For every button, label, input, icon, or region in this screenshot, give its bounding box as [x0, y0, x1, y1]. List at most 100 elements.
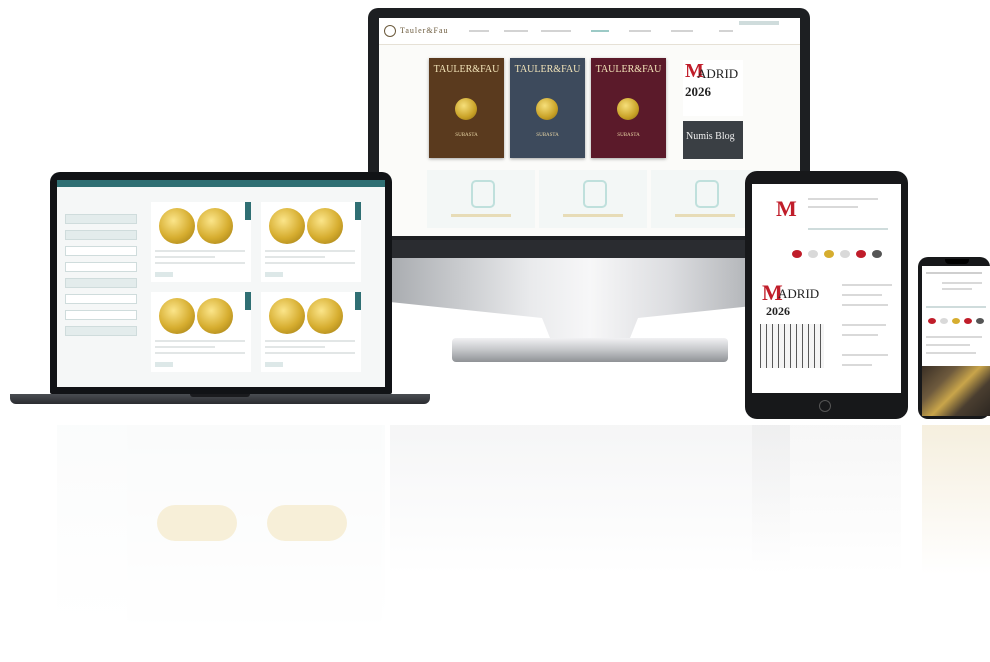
coin-obverse-image[interactable]: [159, 298, 195, 334]
bid-button[interactable]: [155, 272, 173, 277]
category-icon[interactable]: [976, 318, 984, 324]
filter-item[interactable]: [65, 278, 137, 288]
coin-reflection: [267, 505, 347, 541]
coin-reverse-image[interactable]: [197, 208, 233, 244]
desktop-monitor-base: [452, 338, 728, 362]
lot-card[interactable]: [151, 202, 251, 282]
filter-item[interactable]: [65, 262, 137, 272]
laptop-reflection: [57, 425, 385, 625]
lot-desc-line: [265, 352, 355, 354]
blog-promo-card[interactable]: Numis Blog: [683, 121, 743, 159]
bid-button[interactable]: [155, 362, 173, 367]
bid-button[interactable]: [265, 362, 283, 367]
lot-title-line: [155, 250, 245, 252]
auction-catalog-card[interactable]: TAULER&FAU SUBASTA: [510, 58, 585, 158]
catalog-title: TAULER&FAU: [433, 64, 500, 75]
lot-bookmark[interactable]: [245, 292, 251, 310]
site-logo-text[interactable]: Tauler&Fau: [400, 26, 449, 35]
lot-card[interactable]: [261, 292, 361, 372]
desktop-screen: Tauler&Fau TAULER&FAU SUBASTA TAULER&FAU…: [379, 18, 800, 236]
filter-item[interactable]: [65, 214, 137, 224]
madrid-promo-card[interactable]: M ADRID 2026: [683, 60, 743, 116]
nav-item[interactable]: [629, 30, 651, 32]
text-line: [926, 336, 982, 338]
text-line: [926, 344, 970, 346]
search-bar[interactable]: [926, 306, 986, 308]
nav-item[interactable]: [719, 30, 733, 32]
sidebar-text-line: [842, 334, 878, 336]
feature-box[interactable]: [427, 170, 535, 228]
lot-card[interactable]: [151, 292, 251, 372]
coin-obverse-image[interactable]: [159, 208, 195, 244]
sidebar-text-line: [842, 294, 882, 296]
sidebar-text-line: [842, 284, 892, 286]
feature-label-bar: [675, 214, 735, 217]
sidebar-text-line: [842, 354, 888, 356]
nav-item[interactable]: [541, 30, 571, 32]
lot-bookmark[interactable]: [245, 202, 251, 220]
coin-reflection: [157, 505, 237, 541]
coin-obverse-image[interactable]: [269, 208, 305, 244]
site-logo-icon[interactable]: [384, 25, 396, 37]
tablet-reflection: [752, 425, 901, 575]
category-icon[interactable]: [952, 318, 960, 324]
search-bar[interactable]: [808, 228, 888, 230]
phone-screen: [922, 266, 990, 416]
tablet-screen: M M ADRID 2026: [752, 184, 901, 393]
sidebar-text-line: [842, 324, 886, 326]
filter-item[interactable]: [65, 230, 137, 240]
catalog-subtitle: SUBASTA: [617, 133, 640, 138]
header-text-line: [808, 206, 858, 208]
filter-item[interactable]: [65, 310, 137, 320]
madrid-logo-small[interactable]: M: [776, 196, 797, 222]
category-icon[interactable]: [808, 250, 818, 258]
auction-catalog-card[interactable]: TAULER&FAU SUBASTA: [429, 58, 504, 158]
lot-bookmark[interactable]: [355, 292, 361, 310]
nav-item[interactable]: [671, 30, 693, 32]
feature-box[interactable]: [539, 170, 647, 228]
nav-item[interactable]: [591, 30, 609, 32]
photo-gallery[interactable]: [922, 366, 990, 416]
coin-reverse-image[interactable]: [197, 298, 233, 334]
document-icon: [695, 180, 719, 208]
nav-item[interactable]: [469, 30, 489, 32]
nav-item[interactable]: [504, 30, 528, 32]
coin-obverse-image[interactable]: [269, 298, 305, 334]
coin-reverse-image[interactable]: [307, 298, 343, 334]
sidebar-text-line: [842, 304, 888, 306]
category-icon[interactable]: [840, 250, 850, 258]
filter-item[interactable]: [65, 326, 137, 336]
category-icon[interactable]: [856, 250, 866, 258]
category-icon[interactable]: [872, 250, 882, 258]
lot-desc-line: [155, 346, 215, 348]
lot-desc-line: [265, 256, 325, 258]
bid-button[interactable]: [265, 272, 283, 277]
category-icon[interactable]: [928, 318, 936, 324]
tablet-home-button[interactable]: [819, 400, 831, 412]
phone-reflection: [922, 425, 990, 575]
lot-desc-line: [155, 256, 215, 258]
lot-title-line: [155, 340, 245, 342]
filter-item[interactable]: [65, 294, 137, 304]
desktop-monitor-chin: [368, 240, 810, 258]
sidebar-text-line: [842, 364, 872, 366]
top-utility-bar[interactable]: [739, 21, 779, 25]
feature-box[interactable]: [651, 170, 759, 228]
monitor-reflection: [390, 425, 790, 575]
category-icon[interactable]: [940, 318, 948, 324]
catalog-subtitle: SUBASTA: [536, 133, 559, 138]
lot-card[interactable]: [261, 202, 361, 282]
category-icon[interactable]: [824, 250, 834, 258]
lot-desc-line: [155, 262, 245, 264]
filter-item[interactable]: [65, 246, 137, 256]
text-line: [926, 352, 976, 354]
coin-reverse-image[interactable]: [307, 208, 343, 244]
lot-title-line: [265, 250, 355, 252]
category-icon[interactable]: [964, 318, 972, 324]
lot-desc-line: [155, 352, 245, 354]
lot-title-line: [265, 340, 355, 342]
auction-catalog-card[interactable]: TAULER&FAU SUBASTA: [591, 58, 666, 158]
category-icon[interactable]: [792, 250, 802, 258]
status-bar: [926, 272, 982, 274]
lot-bookmark[interactable]: [355, 202, 361, 220]
